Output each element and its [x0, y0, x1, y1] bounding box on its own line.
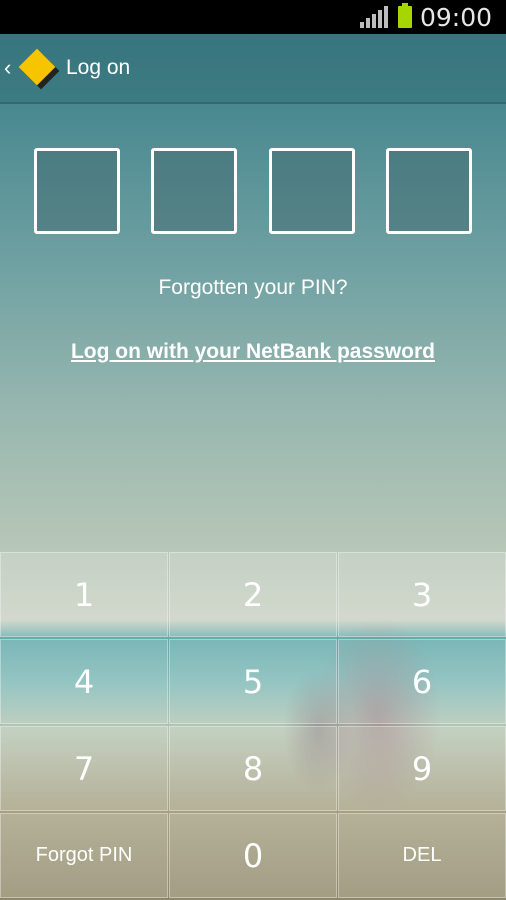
- back-chevron-icon[interactable]: ‹: [4, 55, 16, 81]
- key-0[interactable]: 0: [169, 813, 337, 898]
- delete-button[interactable]: DEL: [338, 813, 506, 898]
- forgot-pin-button[interactable]: Forgot PIN: [0, 813, 168, 898]
- pin-digit-box-4[interactable]: [385, 148, 472, 234]
- status-time: 09:00: [419, 2, 492, 32]
- screen: 09:00 ‹ Log on Forgotten your PIN? Log o…: [0, 0, 506, 900]
- key-2[interactable]: 2: [169, 552, 337, 637]
- keypad: 1 2 3 4 5 6 7 8 9 Forgot PIN 0 DEL: [0, 552, 506, 900]
- pin-entry: [34, 148, 472, 234]
- signal-icon: [359, 6, 388, 28]
- status-bar: 09:00: [0, 0, 506, 34]
- key-8[interactable]: 8: [169, 726, 337, 811]
- forgotten-pin-prompt: Forgotten your PIN?: [158, 276, 348, 299]
- key-5[interactable]: 5: [169, 639, 337, 724]
- key-4[interactable]: 4: [0, 639, 168, 724]
- pin-digit-box-1[interactable]: [34, 148, 120, 234]
- action-bar: ‹ Log on: [0, 34, 506, 104]
- netbank-password-link[interactable]: Log on with your NetBank password: [0, 340, 506, 364]
- key-1[interactable]: 1: [0, 552, 168, 637]
- key-7[interactable]: 7: [0, 726, 168, 811]
- key-6[interactable]: 6: [338, 639, 506, 724]
- pin-digit-box-2[interactable]: [151, 148, 238, 234]
- key-9[interactable]: 9: [338, 726, 506, 811]
- page-title: Log on: [66, 56, 131, 79]
- battery-icon: [397, 3, 412, 28]
- bank-logo-icon[interactable]: [18, 48, 60, 90]
- pin-digit-box-3[interactable]: [268, 148, 355, 234]
- key-3[interactable]: 3: [338, 552, 506, 637]
